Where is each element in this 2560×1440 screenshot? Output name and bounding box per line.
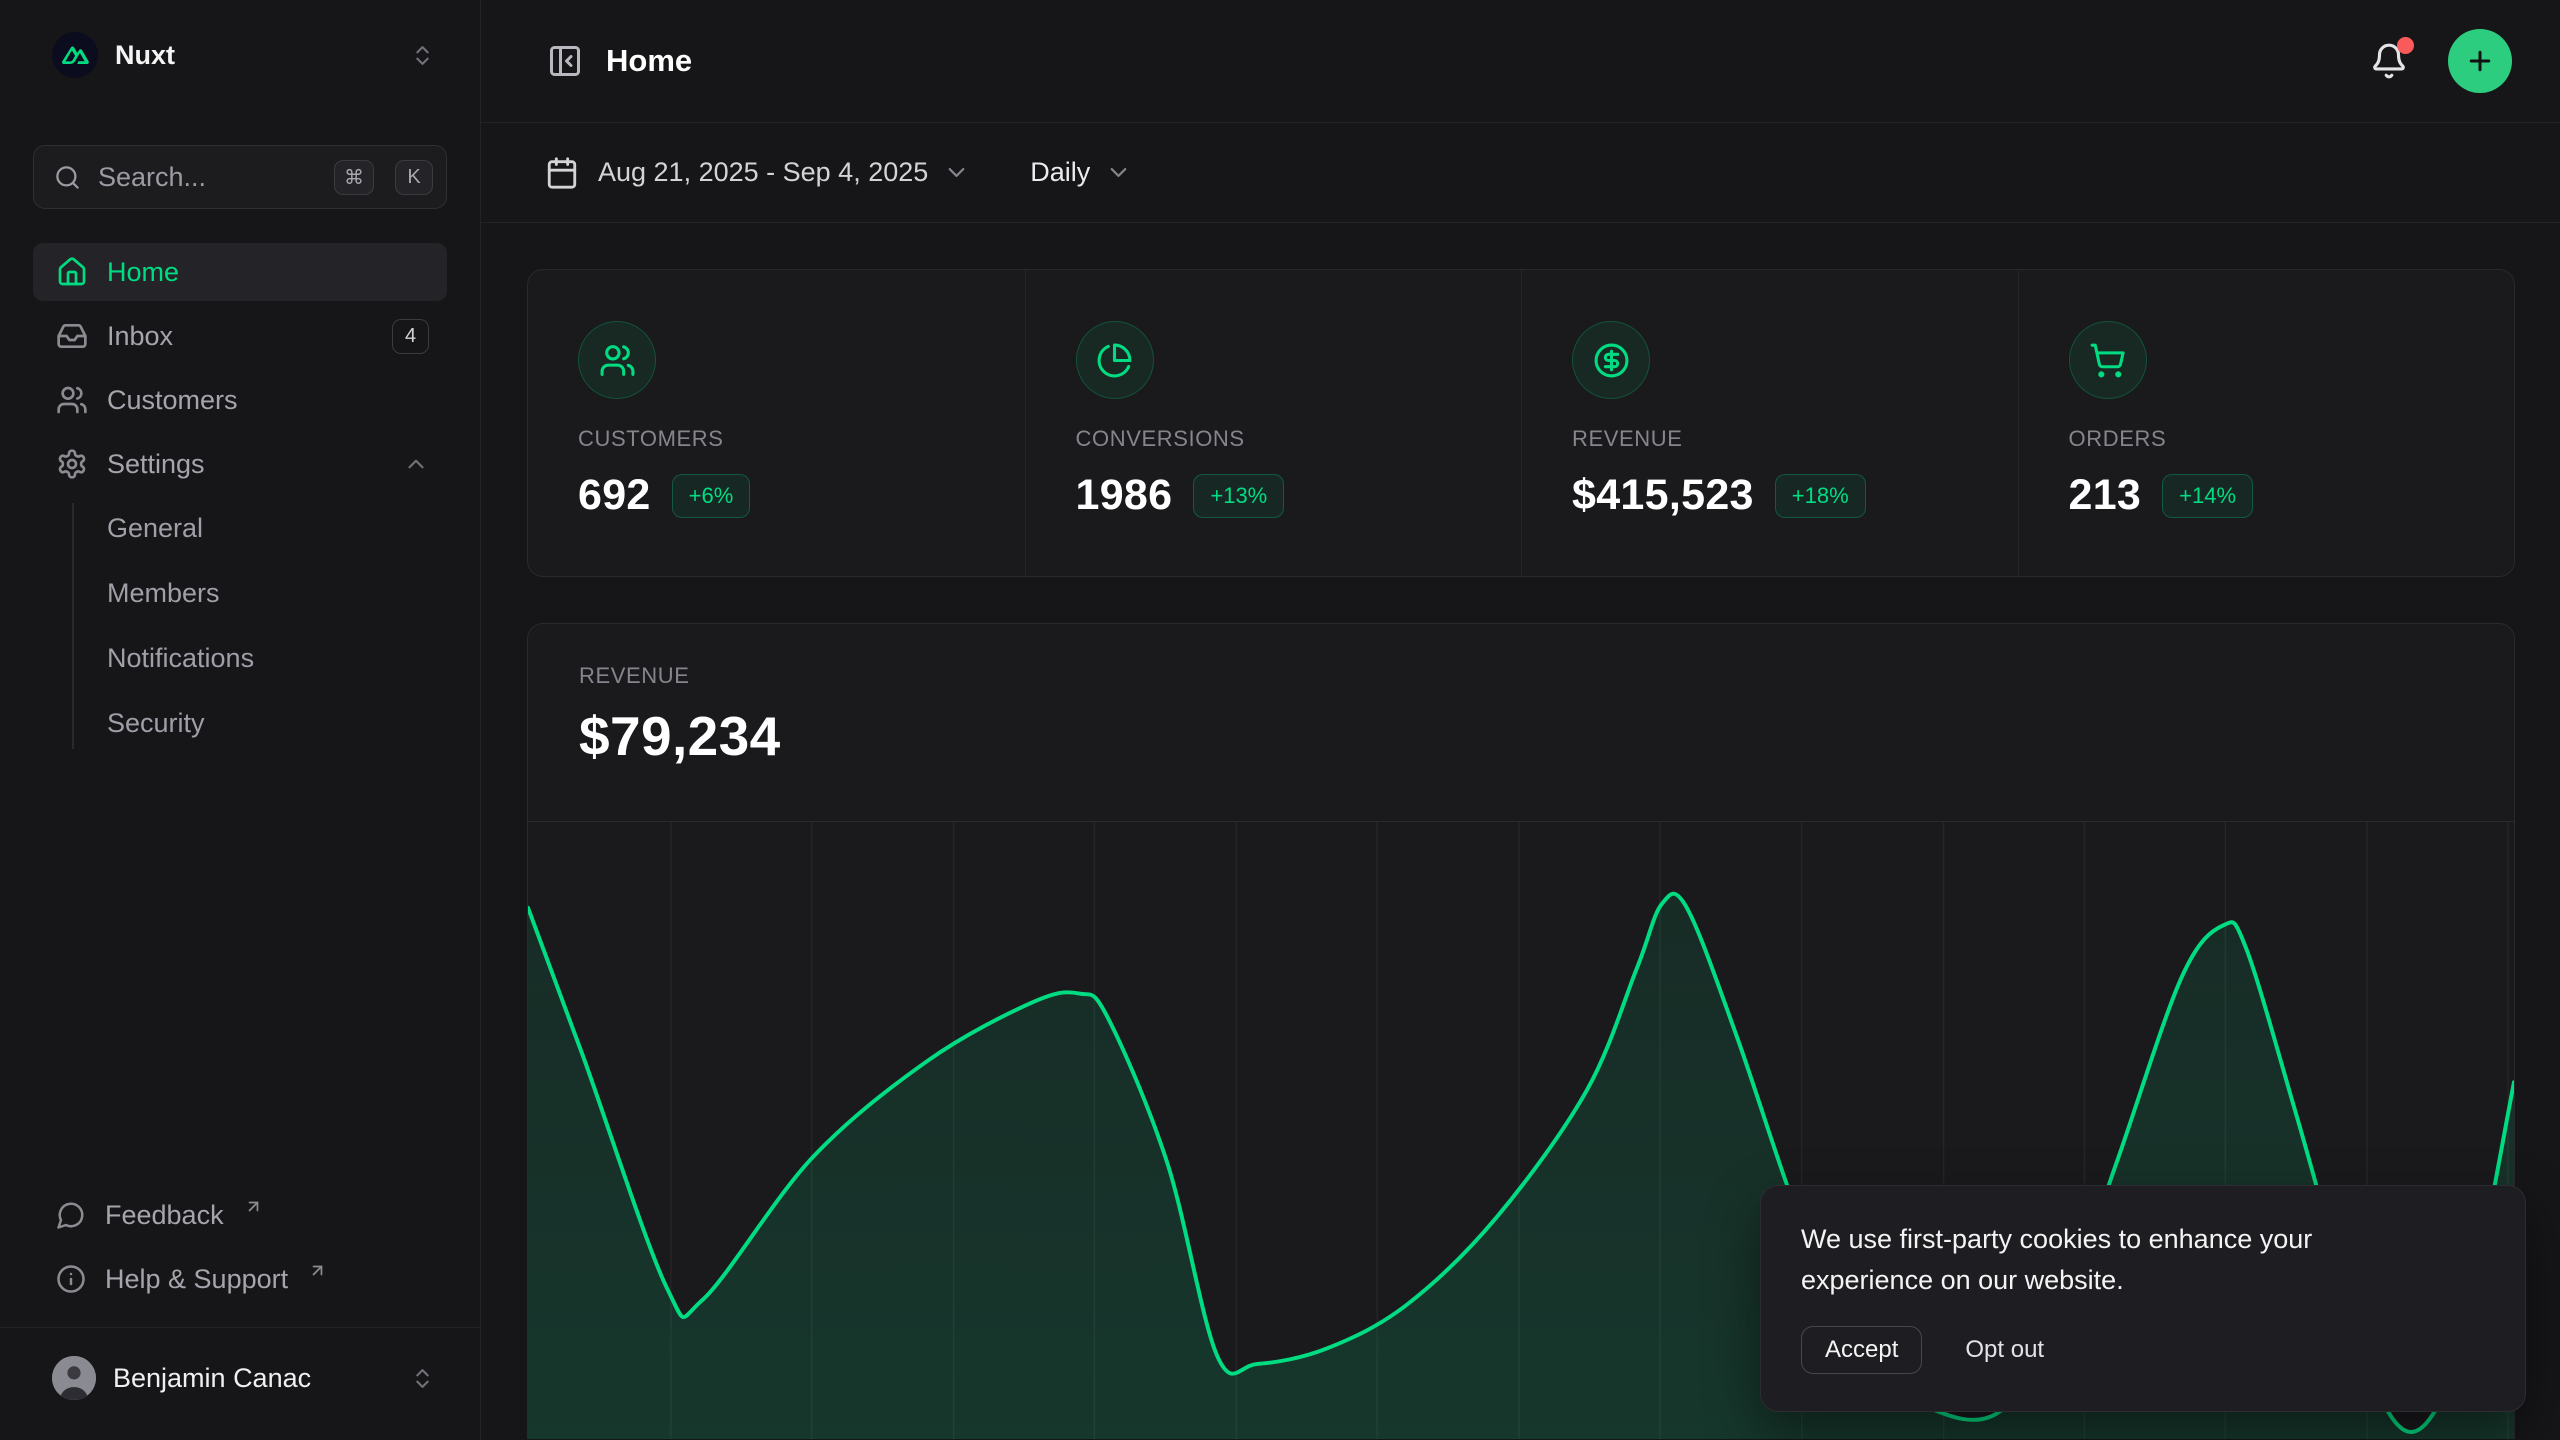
stat-delta-badge: +6% — [672, 474, 751, 518]
help-support-label: Help & Support — [105, 1264, 288, 1295]
team-name: Nuxt — [115, 40, 393, 71]
user-name: Benjamin Canac — [113, 1363, 393, 1394]
cookie-consent-toast: We use first-party cookies to enhance yo… — [1760, 1185, 2526, 1412]
notifications-button[interactable] — [2366, 38, 2412, 84]
sidebar-nav: Home Inbox 4 Customers Settings General … — [33, 243, 447, 763]
notification-dot — [2397, 37, 2414, 54]
subnav-guide-line — [72, 503, 74, 749]
sidebar-item-label: Inbox — [107, 321, 373, 352]
chevron-up-icon — [403, 451, 429, 477]
filter-toolbar: Aug 21, 2025 - Sep 4, 2025 Daily — [481, 123, 2560, 223]
sidebar-collapse-button[interactable] — [545, 41, 585, 81]
stat-value: 692 — [578, 471, 651, 520]
panel-left-close-icon — [547, 43, 583, 79]
message-bubble-icon — [56, 1200, 86, 1230]
dollar-circle-icon — [1572, 321, 1650, 399]
stat-label: REVENUE — [1572, 426, 1970, 452]
stats-card-grid: CUSTOMERS 692 +6% CONVERSIONS 1986 +13% — [527, 269, 2515, 577]
external-link-icon — [244, 1197, 263, 1216]
search-input[interactable]: Search... ⌘ K — [33, 145, 447, 209]
nuxt-logo — [52, 32, 98, 78]
granularity-value: Daily — [1030, 157, 1090, 188]
cookie-actions: Accept Opt out — [1801, 1326, 2485, 1374]
granularity-select[interactable]: Daily — [1030, 157, 1132, 188]
chevrons-up-down-icon — [410, 43, 435, 68]
kbd-k: K — [395, 160, 433, 195]
pie-chart-icon — [1076, 321, 1154, 399]
sidebar-item-home[interactable]: Home — [33, 243, 447, 301]
home-icon — [56, 256, 88, 288]
stat-delta-badge: +14% — [2162, 474, 2253, 518]
sidebar-item-members[interactable]: Members — [107, 564, 447, 622]
shopping-cart-icon — [2069, 321, 2147, 399]
sub-item-label: Notifications — [107, 643, 254, 674]
sidebar-divider — [0, 1327, 480, 1328]
sub-item-label: General — [107, 513, 203, 544]
stat-value: 213 — [2069, 471, 2142, 520]
chevron-down-icon — [1105, 159, 1132, 186]
sub-item-label: Security — [107, 708, 205, 739]
revenue-chart-label: REVENUE — [579, 663, 2464, 689]
sidebar-item-label: Home — [107, 257, 429, 288]
chevron-down-icon — [943, 159, 970, 186]
sidebar-item-label: Settings — [107, 449, 384, 480]
info-circle-icon — [56, 1264, 86, 1294]
sidebar-item-notifications[interactable]: Notifications — [107, 629, 447, 687]
stat-label: ORDERS — [2069, 426, 2467, 452]
stat-label: CUSTOMERS — [578, 426, 977, 452]
users-icon — [56, 384, 88, 416]
stat-orders: ORDERS 213 +14% — [2018, 270, 2515, 576]
stat-delta-badge: +13% — [1193, 474, 1284, 518]
team-switcher[interactable]: Nuxt — [33, 20, 447, 90]
add-button[interactable] — [2448, 29, 2512, 93]
feedback-link[interactable]: Feedback — [33, 1183, 447, 1247]
sidebar: Nuxt Search... ⌘ K Home Inbox 4 Customer… — [0, 0, 481, 1440]
stat-conversions: CONVERSIONS 1986 +13% — [1025, 270, 1522, 576]
feedback-label: Feedback — [105, 1200, 224, 1231]
kbd-meta: ⌘ — [334, 160, 374, 195]
external-link-icon — [308, 1261, 327, 1280]
inbox-icon — [56, 320, 88, 352]
settings-subnav: General Members Notifications Security — [33, 499, 447, 759]
opt-out-button[interactable]: Opt out — [1965, 1336, 2044, 1364]
cookie-message: We use first-party cookies to enhance yo… — [1801, 1219, 2396, 1301]
users-icon — [578, 321, 656, 399]
stat-customers: CUSTOMERS 692 +6% — [528, 270, 1025, 576]
revenue-chart-header: REVENUE $79,234 — [528, 624, 2514, 768]
app-root: Nuxt Search... ⌘ K Home Inbox 4 Customer… — [0, 0, 2560, 1440]
sidebar-item-inbox[interactable]: Inbox 4 — [33, 307, 447, 365]
accept-button[interactable]: Accept — [1801, 1326, 1922, 1374]
chevrons-up-down-icon — [410, 1366, 435, 1391]
sidebar-footer: Feedback Help & Support Benjamin Canac — [33, 1183, 447, 1426]
search-icon — [54, 164, 81, 191]
stat-delta-badge: +18% — [1775, 474, 1866, 518]
inbox-count-badge: 4 — [392, 319, 429, 354]
stat-revenue: REVENUE $415,523 +18% — [1521, 270, 2018, 576]
date-range-picker[interactable]: Aug 21, 2025 - Sep 4, 2025 — [545, 156, 970, 190]
stat-label: CONVERSIONS — [1076, 426, 1474, 452]
date-range-value: Aug 21, 2025 - Sep 4, 2025 — [598, 157, 928, 188]
user-menu[interactable]: Benjamin Canac — [33, 1330, 447, 1426]
plus-icon — [2465, 46, 2495, 76]
page-title: Home — [606, 43, 692, 79]
help-support-link[interactable]: Help & Support — [33, 1247, 447, 1311]
calendar-icon — [545, 156, 579, 190]
stat-value: 1986 — [1076, 471, 1173, 520]
stat-value: $415,523 — [1572, 471, 1754, 520]
sidebar-item-security[interactable]: Security — [107, 694, 447, 752]
search-placeholder: Search... — [98, 162, 313, 193]
sub-item-label: Members — [107, 578, 220, 609]
sidebar-item-general[interactable]: General — [107, 499, 447, 557]
sidebar-item-settings[interactable]: Settings — [33, 435, 447, 493]
sidebar-item-customers[interactable]: Customers — [33, 371, 447, 429]
avatar — [52, 1356, 96, 1400]
revenue-chart-total: $79,234 — [579, 704, 2464, 768]
sidebar-item-label: Customers — [107, 385, 429, 416]
gear-icon — [56, 448, 88, 480]
main-header: Home — [481, 0, 2560, 123]
